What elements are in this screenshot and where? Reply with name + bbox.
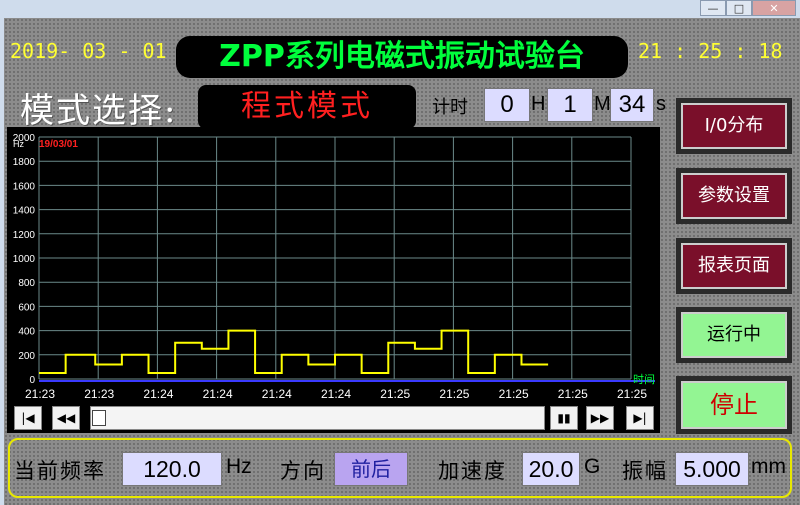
frequency-chart-svg: 2000180016001400120010008006004002000 Hz… <box>13 133 655 386</box>
timer-minutes-field[interactable]: 1 <box>547 88 593 122</box>
y-tick-label: 1200 <box>13 230 36 241</box>
parameter-settings-button[interactable]: 参数设置 <box>676 168 792 224</box>
timer-seconds-unit: s <box>656 93 666 115</box>
timer-seconds-field[interactable]: 34 <box>610 88 654 122</box>
forward-button[interactable]: ▶▶ <box>586 406 614 430</box>
pause-button[interactable]: ▮▮ <box>550 406 578 430</box>
maximize-button[interactable]: □ <box>726 0 752 16</box>
x-tick-label: 21:24 <box>143 387 174 401</box>
report-page-label: 报表页面 <box>681 243 787 289</box>
chart-scroll-track[interactable] <box>90 406 545 430</box>
y-axis-label: Hz <box>13 139 24 149</box>
direction-field[interactable]: 前后 <box>334 452 408 486</box>
y-tick-label: 800 <box>18 278 35 289</box>
mode-selector[interactable]: 程式模式 <box>198 85 416 129</box>
chart-scroll-thumb[interactable] <box>92 410 106 426</box>
direction-label: 方向 <box>280 459 326 483</box>
amplitude-unit: mm <box>751 455 786 478</box>
y-tick-label: 1400 <box>13 206 36 217</box>
x-tick-label: 21:23 <box>25 387 56 401</box>
running-status-label: 运行中 <box>681 312 787 358</box>
y-tick-label: 1600 <box>13 181 36 192</box>
y-tick-label: 600 <box>18 302 35 313</box>
page-title: ZPP系列电磁式振动试验台 <box>176 36 628 78</box>
frequency-field[interactable]: 120.0 <box>122 452 222 486</box>
date-display: 2019- 03 - 01 <box>10 39 167 63</box>
x-axis-label: 时间 <box>633 373 655 385</box>
y-tick-label: 0 <box>29 375 35 385</box>
rewind-button[interactable]: ◀◀ <box>52 406 80 430</box>
x-tick-label: 21:23 <box>84 387 115 401</box>
acceleration-field[interactable]: 20.0 <box>522 452 580 486</box>
close-button[interactable]: ✕ <box>752 0 796 16</box>
acceleration-label: 加速度 <box>438 459 507 483</box>
x-tick-label: 21:24 <box>261 387 292 401</box>
timer-hours-field[interactable]: 0 <box>484 88 530 122</box>
x-tick-label: 21:24 <box>321 387 352 401</box>
timer-minutes-unit: M <box>594 93 611 115</box>
x-axis-ticks: 21:23 21:23 21:24 21:24 21:24 21:24 21:25 21:25… <box>7 385 660 403</box>
running-status-indicator: 运行中 <box>676 307 792 363</box>
x-tick-label: 21:24 <box>202 387 233 401</box>
x-tick-label: 21:25 <box>557 387 588 401</box>
last-page-button[interactable]: ▶| <box>626 406 654 430</box>
frequency-chart: 2000 1800 1600 1400 1200 1000 800 600 400 200 0 Hz… <box>7 127 660 386</box>
first-page-button[interactable]: |◀ <box>14 406 42 430</box>
frequency-unit: Hz <box>226 455 252 478</box>
y-tick-label: 200 <box>18 351 35 362</box>
stop-button[interactable]: 停止 <box>676 376 792 434</box>
io-distribution-button[interactable]: I/0分布 <box>676 98 792 154</box>
parameter-settings-label: 参数设置 <box>681 173 787 219</box>
report-page-button[interactable]: 报表页面 <box>676 238 792 294</box>
frequency-label: 当前频率 <box>14 459 106 483</box>
acceleration-unit: G <box>584 455 601 478</box>
y-tick-label: 400 <box>18 327 35 338</box>
timer-hours-unit: H <box>531 93 546 115</box>
y-tick-label: 1000 <box>13 254 36 265</box>
chart-date-tag: 19/03/01 <box>39 139 78 150</box>
minimize-button[interactable]: — <box>700 0 726 16</box>
time-display: 21 : 25 : 18 <box>638 39 783 63</box>
amplitude-label: 振幅 <box>622 459 668 483</box>
window-titlebar <box>0 0 800 18</box>
frequency-series-line <box>39 329 549 374</box>
x-tick-label: 21:25 <box>439 387 470 401</box>
mode-label: 模式选择: <box>20 91 178 131</box>
y-tick-label: 1800 <box>13 157 36 168</box>
x-tick-label: 21:25 <box>380 387 411 401</box>
amplitude-field[interactable]: 5.000 <box>675 452 749 486</box>
io-distribution-label: I/0分布 <box>681 103 787 149</box>
timer-label: 计时 <box>432 97 468 118</box>
x-tick-label: 21:25 <box>498 387 529 401</box>
x-tick-label: 21:25 <box>617 387 648 401</box>
stop-label: 停止 <box>681 381 787 429</box>
